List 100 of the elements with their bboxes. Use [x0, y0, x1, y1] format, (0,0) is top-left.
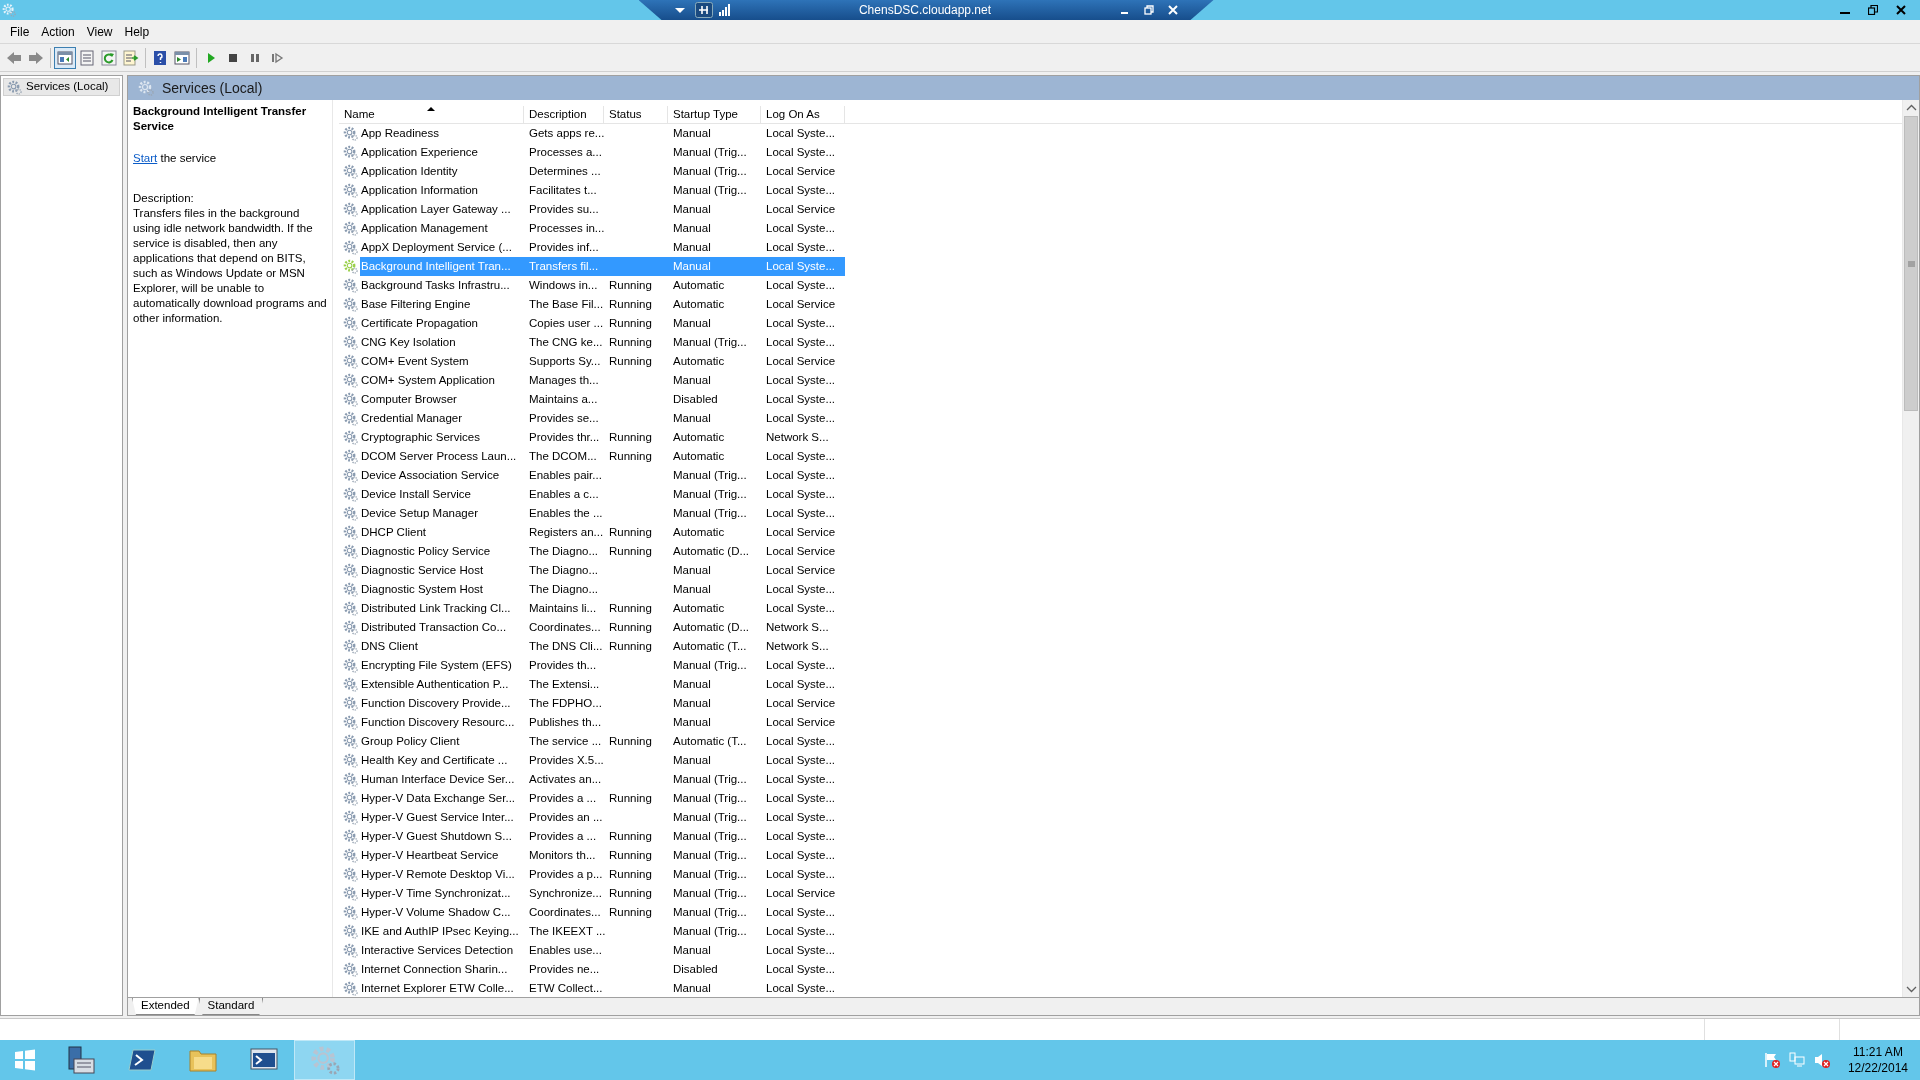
service-row[interactable]: Group Policy Client The service ... Running Automatic (T... Local Syste...	[339, 732, 1902, 751]
restore-icon[interactable]	[1868, 5, 1878, 15]
service-row[interactable]: Function Discovery Provide... The FDPHO... Manual Local Service	[339, 694, 1902, 713]
column-header[interactable]: Startup Type	[668, 106, 761, 123]
service-row[interactable]: Hyper-V Data Exchange Ser... Provides a ... Running Manual (Trig... Local Syste...	[339, 789, 1902, 808]
menu-item[interactable]: Help	[118, 22, 156, 41]
scrollbar-thumb[interactable]	[1904, 116, 1918, 411]
table-cell-text: Manual (Trig...	[673, 885, 747, 901]
table-cell-text: Windows in...	[529, 277, 598, 293]
restore-icon[interactable]	[1143, 5, 1154, 15]
speaker-muted-icon[interactable]	[1813, 1052, 1830, 1068]
service-row[interactable]: Application Identity Determines ... Manual (Trig... Local Service	[339, 162, 1902, 181]
table-cell-text: Cryptographic Services	[360, 429, 481, 445]
service-row[interactable]: Extensible Authentication P... The Extensi... Manual Local Syste...	[339, 675, 1902, 694]
tree-item[interactable]: Services (Local)	[3, 78, 120, 96]
service-row[interactable]: App Readiness Gets apps re... Manual Local Syste...	[339, 124, 1902, 143]
table-cell-text: Provides se...	[529, 410, 599, 426]
service-row[interactable]: Hyper-V Volume Shadow C... Coordinates... Running Manual (Trig... Local Syste...	[339, 903, 1902, 922]
service-row[interactable]: COM+ Event System Supports Sy... Running Automatic Local Service	[339, 352, 1902, 371]
table-cell-text: The Base Fil...	[529, 296, 604, 312]
column-header[interactable]: Description	[524, 106, 604, 123]
table-cell-text: Running	[609, 334, 652, 350]
service-row[interactable]: Cryptographic Services Provides thr... Running Automatic Network S...	[339, 428, 1902, 447]
service-row[interactable]: Device Install Service Enables a c... Manual (Trig... Local Syste...	[339, 485, 1902, 504]
service-row[interactable]: Human Interface Device Ser... Activates an... Manual (Trig... Local Syste...	[339, 770, 1902, 789]
service-row[interactable]: Hyper-V Guest Service Inter... Provides an ... Manual (Trig... Local Syste...	[339, 808, 1902, 827]
close-icon[interactable]	[1896, 5, 1906, 15]
service-row[interactable]: Application Layer Gateway ... Provides su... Manual Local Service	[339, 200, 1902, 219]
refresh-icon	[101, 49, 117, 66]
service-row[interactable]: Application Information Facilitates t... Manual (Trig... Local Syste...	[339, 181, 1902, 200]
service-row[interactable]: DHCP Client Registers an... Running Automatic Local Service	[339, 523, 1902, 542]
table-cell-text: DCOM Server Process Laun...	[360, 448, 518, 464]
table-cell-text: Maintains li...	[529, 600, 597, 616]
service-row[interactable]: Internet Explorer ETW Colle... ETW Collect... Manual Local Syste...	[339, 979, 1902, 998]
service-row[interactable]: Background Tasks Infrastru... Windows in... Running Automatic Local Syste...	[339, 276, 1902, 295]
service-row[interactable]: Hyper-V Heartbeat Service Monitors th... Running Manual (Trig... Local Syste...	[339, 846, 1902, 865]
view-tab[interactable]: Standard	[198, 998, 264, 1015]
service-row[interactable]: Internet Connection Sharin... Provides ne... Disabled Local Syste...	[339, 960, 1902, 979]
table-cell-text: Hyper-V Guest Shutdown S...	[360, 828, 513, 844]
start-link[interactable]: Start	[133, 152, 158, 164]
table-cell-text: Manual	[673, 410, 711, 426]
column-header[interactable]: Log On As	[761, 106, 845, 123]
toolbar-button[interactable]	[54, 46, 76, 69]
service-row[interactable]: COM+ System Application Manages th... Manual Local Syste...	[339, 371, 1902, 390]
gears-icon	[343, 354, 358, 369]
service-row[interactable]: Hyper-V Remote Desktop Vi... Provides a p... Running Manual (Trig... Local Syste...	[339, 865, 1902, 884]
menu-item[interactable]: View	[80, 22, 119, 41]
service-row[interactable]: Application Management Processes in... Manual Local Syste...	[339, 219, 1902, 238]
table-cell-text: Running	[609, 847, 652, 863]
table-cell-text: Local Syste...	[766, 752, 836, 768]
service-row[interactable]: IKE and AuthIP IPsec Keying... The IKEEXT ... Manual (Trig... Local Syste...	[339, 922, 1902, 941]
service-row[interactable]: CNG Key Isolation The CNG ke... Running Manual (Trig... Local Syste...	[339, 333, 1902, 352]
table-cell-text: Running	[609, 277, 652, 293]
properties-icon	[79, 49, 95, 66]
service-row[interactable]: DNS Client The DNS Cli... Running Automatic (T... Network S...	[339, 637, 1902, 656]
service-row[interactable]: Diagnostic Policy Service The Diagno... Running Automatic (D... Local Service	[339, 542, 1902, 561]
service-row[interactable]: Hyper-V Guest Shutdown S... Provides a ... Running Manual (Trig... Local Syste...	[339, 827, 1902, 846]
table-cell-text: Local Service	[766, 201, 836, 217]
table-cell-text: Automatic	[673, 448, 725, 464]
table-cell-text: Manual (Trig...	[673, 866, 747, 882]
table-cell-text: Manual	[673, 676, 711, 692]
service-row[interactable]: Distributed Transaction Co... Coordinates... Running Automatic (D... Network S...	[339, 618, 1902, 637]
view-tab[interactable]: Extended	[132, 998, 199, 1015]
table-cell-text: The Diagno...	[529, 562, 599, 578]
pin-icon[interactable]	[694, 2, 713, 18]
clock-time[interactable]: 11:21 AM	[1853, 1044, 1903, 1060]
service-row[interactable]: Application Experience Processes a... Manual (Trig... Local Syste...	[339, 143, 1902, 162]
table-cell-text: Extensible Authentication P...	[360, 676, 510, 692]
menu-item[interactable]: Action	[35, 22, 81, 41]
service-row[interactable]: Diagnostic Service Host The Diagno... Manual Local Service	[339, 561, 1902, 580]
service-row[interactable]: Distributed Link Tracking Cl... Maintains li... Running Automatic Local Syste...	[339, 599, 1902, 618]
column-header[interactable]: Name	[339, 106, 524, 123]
menu-item[interactable]: File	[4, 22, 36, 41]
service-row[interactable]: Encrypting File System (EFS) Provides th... Manual (Trig... Local Syste...	[339, 656, 1902, 675]
column-header[interactable]: Status	[604, 106, 668, 123]
service-row[interactable]: Certificate Propagation Copies user ... Running Manual Local Syste...	[339, 314, 1902, 333]
service-row[interactable]: DCOM Server Process Laun... The DCOM... Running Automatic Local Syste...	[339, 447, 1902, 466]
table-cell-text: Hyper-V Volume Shadow C...	[360, 904, 512, 920]
vertical-scrollbar[interactable]	[1902, 100, 1919, 997]
service-row[interactable]: Computer Browser Maintains a... Disabled Local Syste...	[339, 390, 1902, 409]
table-cell-text: Distributed Link Tracking Cl...	[360, 600, 512, 616]
gears-icon	[343, 392, 358, 407]
service-row[interactable]: AppX Deployment Service (... Provides inf... Manual Local Syste...	[339, 238, 1902, 257]
service-row[interactable]: Function Discovery Resourc... Publishes th... Manual Local Service	[339, 713, 1902, 732]
service-row[interactable]: Health Key and Certificate ... Provides X.5... Manual Local Syste...	[339, 751, 1902, 770]
clock-date[interactable]: 12/22/2014	[1847, 1060, 1908, 1076]
service-row[interactable]: Diagnostic System Host The Diagno... Manual Local Syste...	[339, 580, 1902, 599]
service-row[interactable]: Device Setup Manager Enables the ... Manual (Trig... Local Syste...	[339, 504, 1902, 523]
service-row[interactable]: Credential Manager Provides se... Manual Local Syste...	[339, 409, 1902, 428]
gears-icon	[343, 563, 358, 578]
table-cell-text: Application Management	[360, 220, 489, 236]
service-row[interactable]: Interactive Services Detection Enables use... Manual Local Syste...	[339, 941, 1902, 960]
windows-logo-icon	[13, 1048, 37, 1072]
table-cell-text: Registers an...	[529, 524, 604, 540]
service-row[interactable]: Hyper-V Time Synchronizat... Synchronize... Running Manual (Trig... Local Service	[339, 884, 1902, 903]
service-row[interactable]: Base Filtering Engine The Base Fil... Running Automatic Local Service	[339, 295, 1902, 314]
table-cell-text: Running	[609, 866, 652, 882]
flag-error-icon[interactable]	[1763, 1052, 1780, 1068]
service-row[interactable]: Device Association Service Enables pair... Manual (Trig... Local Syste...	[339, 466, 1902, 485]
dropdown-caret-icon[interactable]	[674, 7, 685, 13]
